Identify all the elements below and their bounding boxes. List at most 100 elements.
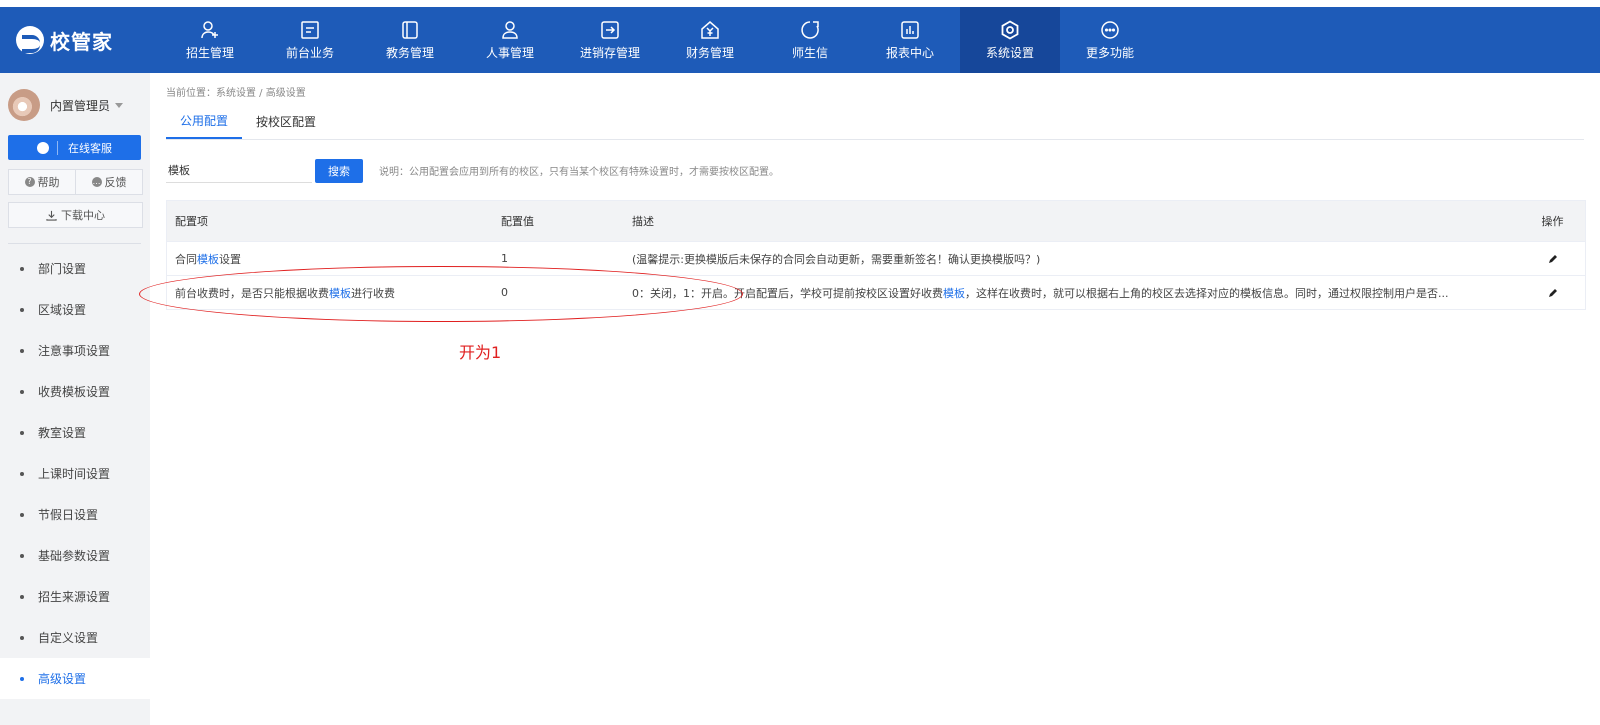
sidebar-item-region[interactable]: 区域设置 <box>0 289 150 330</box>
item-text: 设置 <box>219 252 241 266</box>
sidebar-item-label: 收费模板设置 <box>38 385 111 399</box>
settings-menu: 部门设置 区域设置 注意事项设置 收费模板设置 教室设置 上课时间设置 节假日设… <box>0 248 150 699</box>
nav-reports[interactable]: 报表中心 <box>860 7 960 73</box>
nav-label: 更多功能 <box>1085 45 1134 60</box>
column-header-action: 操作 <box>1541 215 1564 228</box>
help-feedback-row: ? 帮助 … 反馈 <box>8 169 143 195</box>
sidebar-item-classroom[interactable]: 教室设置 <box>0 412 150 453</box>
feedback-button[interactable]: … 反馈 <box>75 170 142 194</box>
person-icon <box>502 20 518 39</box>
nav-label: 前台业务 <box>285 45 334 60</box>
nav-front-desk[interactable]: 前台业务 <box>260 7 360 73</box>
table-header: 配置项 配置值 描述 操作 <box>167 201 1585 241</box>
nav-label: 师生信 <box>791 45 828 60</box>
sidebar-item-label: 上课时间设置 <box>38 467 111 481</box>
chart-icon <box>901 20 919 39</box>
more-icon <box>1101 20 1119 39</box>
chevron-down-icon <box>115 102 124 108</box>
column-header-value: 配置值 <box>501 215 534 228</box>
column-header-desc: 描述 <box>632 215 654 228</box>
desc-text: ，这样在收费时，就可以根据右上角的校区去选择对应的模板信息。同时，通过权限控制用… <box>965 286 1449 300</box>
table-row: 前台收费时，是否只能根据收费模板进行收费 0 0：关闭，1：开启。开启配置后，学… <box>167 275 1585 309</box>
config-tabs: 公用配置 按校区配置 <box>166 103 1584 140</box>
edit-button[interactable] <box>1520 287 1585 299</box>
sidebar-item-label: 自定义设置 <box>38 631 99 645</box>
chat-icon <box>801 20 819 39</box>
sidebar: 内置管理员 在线客服 ? 帮助 … 反馈 下载中心 部门设置 区域设置 注意事项… <box>0 73 150 725</box>
sidebar-item-holiday[interactable]: 节假日设置 <box>0 494 150 535</box>
bullet-icon <box>20 635 24 640</box>
sidebar-item-department[interactable]: 部门设置 <box>0 248 150 289</box>
sidebar-item-custom[interactable]: 自定义设置 <box>0 617 150 658</box>
bullet-icon <box>20 676 24 681</box>
feedback-icon: … <box>91 177 102 187</box>
edit-button[interactable] <box>1520 253 1585 265</box>
desc-highlight: 模板 <box>943 286 965 300</box>
arrow-box-icon <box>601 20 619 39</box>
nav-hr[interactable]: 人事管理 <box>460 7 560 73</box>
app-name: 校管家 <box>50 29 113 54</box>
breadcrumb: 当前位置：系统设置 / 高级设置 <box>166 88 306 99</box>
nav-enrollment[interactable]: 招生管理 <box>160 7 260 73</box>
config-table: 配置项 配置值 描述 操作 合同模板设置 1 (温馨提示:更换模版后未保存的合同… <box>166 200 1586 310</box>
online-service-label: 在线客服 <box>68 141 112 155</box>
nav-inventory[interactable]: 进销存管理 <box>560 7 660 73</box>
bullet-icon <box>20 389 24 394</box>
nav-label: 报表中心 <box>885 45 934 60</box>
desc-text: 0：关闭，1：开启。开启配置后，学校可提前按校区设置好收费 <box>632 286 943 300</box>
book-icon <box>402 20 418 39</box>
download-center-label: 下载中心 <box>61 209 105 222</box>
config-desc-cell: 0：关闭，1：开启。开启配置后，学校可提前按校区设置好收费模板，这样在收费时，就… <box>632 285 1520 301</box>
sidebar-item-class-time[interactable]: 上课时间设置 <box>0 453 150 494</box>
nav-messages[interactable]: 师生信 <box>760 7 860 73</box>
table-row: 合同模板设置 1 (温馨提示:更换模版后未保存的合同会自动更新，需要重新签名！确… <box>167 241 1585 275</box>
nav-label: 财务管理 <box>685 45 734 60</box>
user-menu[interactable]: 内置管理员 <box>8 89 124 121</box>
desc-text: (温馨提示:更换模版后未保存的合同会自动更新，需要重新签名！确认更换模版吗？) <box>632 252 1041 266</box>
avatar <box>8 89 40 121</box>
sidebar-item-label: 基础参数设置 <box>38 549 111 563</box>
annotation-text: 开为1 <box>459 343 502 362</box>
nav-label: 人事管理 <box>485 45 534 60</box>
search-hint: 说明：公用配置会应用到所有的校区，只有当某个校区有特殊设置时，才需要按校区配置。 <box>379 167 779 178</box>
sidebar-item-fee-template[interactable]: 收费模板设置 <box>0 371 150 412</box>
download-center-button[interactable]: 下载中心 <box>8 202 143 228</box>
nav-finance[interactable]: 财务管理 <box>660 7 760 73</box>
sidebar-item-basic-params[interactable]: 基础参数设置 <box>0 535 150 576</box>
yen-house-icon <box>701 20 719 39</box>
tab-campus-config[interactable]: 按校区配置 <box>242 103 330 139</box>
divider <box>8 243 141 244</box>
bullet-icon <box>20 348 24 353</box>
user-name: 内置管理员 <box>50 98 111 113</box>
nav-label: 教务管理 <box>385 45 434 60</box>
settings-icon <box>1001 19 1019 40</box>
online-service-button[interactable]: 在线客服 <box>8 135 141 160</box>
item-text: 合同 <box>175 252 197 266</box>
search-button[interactable]: 搜索 <box>315 158 363 183</box>
bullet-icon <box>20 307 24 312</box>
sidebar-item-label: 教室设置 <box>38 426 87 440</box>
tab-public-config[interactable]: 公用配置 <box>166 103 243 139</box>
config-item-cell: 合同模板设置 <box>167 251 501 267</box>
bullet-icon <box>20 471 24 476</box>
column-header-item: 配置项 <box>175 215 208 228</box>
sidebar-item-advanced[interactable]: 高级设置 <box>0 658 150 699</box>
top-navigation-bar: 校管家 招生管理 前台业务 教务管理 人事管理 进销存管理 财务管理 师生信 报… <box>0 7 1600 73</box>
help-button[interactable]: ? 帮助 <box>9 170 75 194</box>
search-bar: 搜索 说明：公用配置会应用到所有的校区，只有当某个校区有特殊设置时，才需要按校区… <box>166 158 779 183</box>
nav-settings[interactable]: 系统设置 <box>960 7 1060 73</box>
desk-icon <box>301 20 319 39</box>
search-input[interactable] <box>166 158 312 183</box>
help-label: 帮助 <box>37 176 60 189</box>
sidebar-item-enroll-source[interactable]: 招生来源设置 <box>0 576 150 617</box>
app-logo[interactable]: 校管家 <box>16 25 113 55</box>
question-icon: ? <box>24 177 35 187</box>
sidebar-item-notes[interactable]: 注意事项设置 <box>0 330 150 371</box>
nav-academic[interactable]: 教务管理 <box>360 7 460 73</box>
pencil-icon <box>1548 254 1557 263</box>
pencil-icon <box>1548 288 1557 297</box>
item-text: 进行收费 <box>351 286 395 300</box>
chat-bubble-icon <box>37 141 49 154</box>
bullet-icon <box>20 512 24 517</box>
nav-more[interactable]: 更多功能 <box>1060 7 1160 73</box>
